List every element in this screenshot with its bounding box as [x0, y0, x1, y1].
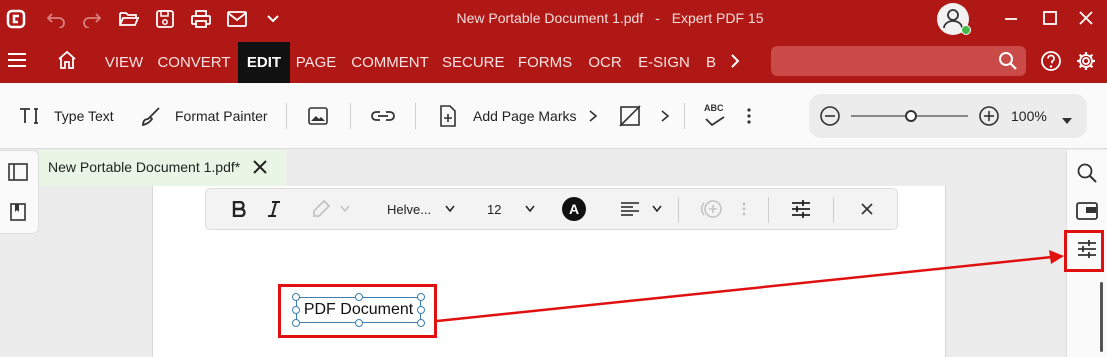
annotation-arrow: [436, 250, 1064, 323]
